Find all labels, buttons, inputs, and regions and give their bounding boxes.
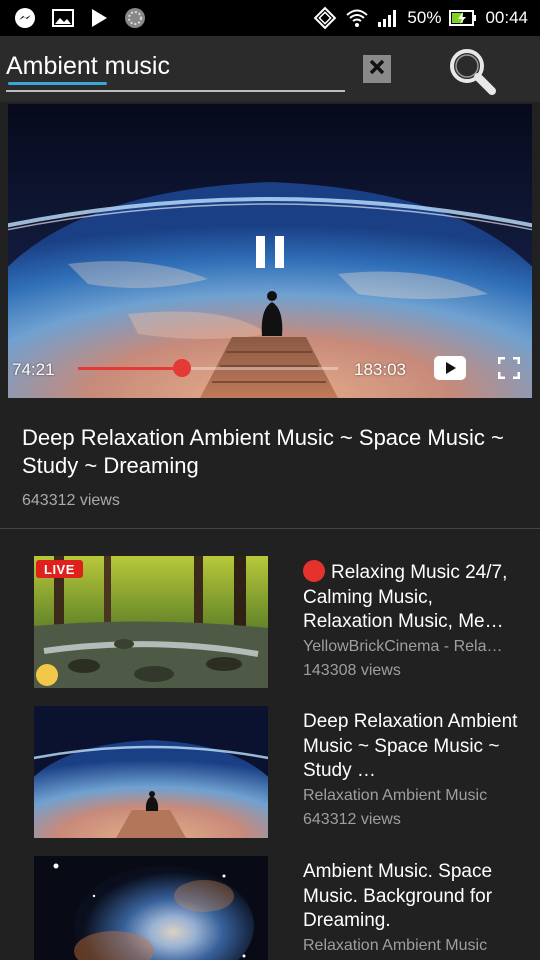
video-thumbnail[interactable] bbox=[34, 706, 268, 838]
pause-button[interactable] bbox=[256, 236, 284, 268]
channel-avatar bbox=[36, 664, 58, 686]
battery-percent: 50% bbox=[407, 8, 442, 27]
duration: 183:03 bbox=[354, 360, 406, 379]
clock: 00:44 bbox=[485, 8, 528, 27]
close-icon bbox=[369, 59, 385, 80]
related-video-item[interactable]: Ambient Music. Space Music. Background f… bbox=[0, 856, 540, 960]
seek-bar[interactable] bbox=[78, 367, 338, 370]
search-icon bbox=[446, 49, 498, 101]
seek-bar-progress bbox=[78, 367, 182, 370]
earth-pier-image bbox=[34, 706, 268, 838]
related-video-title: Deep Relaxation Ambient Music ~ Space Mu… bbox=[303, 711, 518, 781]
status-bar: 50% 00:44 bbox=[0, 0, 540, 36]
rotate-icon bbox=[313, 6, 337, 30]
related-video-item[interactable]: Deep Relaxation Ambient Music ~ Space Mu… bbox=[0, 706, 540, 846]
live-badge: LIVE bbox=[36, 560, 83, 578]
youtube-button[interactable] bbox=[434, 356, 466, 380]
live-dot-icon bbox=[303, 560, 325, 582]
search-input-underline bbox=[6, 90, 345, 92]
battery-charging-icon bbox=[449, 9, 477, 27]
messenger-icon bbox=[14, 7, 36, 29]
pause-icon bbox=[256, 236, 284, 272]
video-player[interactable]: 74:21 183:03 bbox=[8, 104, 532, 398]
wifi-icon bbox=[345, 8, 369, 28]
image-icon bbox=[52, 8, 74, 28]
current-time: 74:21 bbox=[12, 360, 55, 379]
related-video-title: Ambient Music. Space Music. Background f… bbox=[303, 861, 493, 931]
video-views: 643312 views bbox=[22, 492, 120, 509]
search-button[interactable] bbox=[446, 45, 498, 97]
search-input[interactable]: Ambient music bbox=[6, 52, 346, 92]
signal-icon bbox=[377, 9, 399, 27]
related-video-item[interactable]: LIVE Relaxing Music 24/7, Calming Music,… bbox=[0, 556, 540, 696]
clear-search-button[interactable] bbox=[363, 55, 391, 83]
related-video-views: 143308 views bbox=[303, 661, 401, 679]
youtube-icon bbox=[434, 362, 466, 384]
related-video-channel: YellowBrickCinema - Rela… bbox=[303, 637, 503, 655]
nebula-image bbox=[34, 856, 268, 960]
spellcheck-underline bbox=[8, 82, 107, 85]
video-title: Deep Relaxation Ambient Music ~ Space Mu… bbox=[22, 425, 504, 478]
video-thumbnail[interactable]: LIVE bbox=[34, 556, 268, 688]
dots-icon bbox=[124, 7, 146, 29]
related-video-views: 643312 views bbox=[303, 810, 401, 828]
fullscreen-icon bbox=[497, 356, 521, 383]
video-thumbnail[interactable] bbox=[34, 856, 268, 960]
fullscreen-button[interactable] bbox=[497, 356, 521, 380]
related-video-channel: Relaxation Ambient Music bbox=[303, 936, 488, 954]
related-video-title: Relaxing Music 24/7, Calming Music, Rela… bbox=[303, 562, 508, 632]
related-video-channel: Relaxation Ambient Music bbox=[303, 786, 488, 804]
play-store-icon bbox=[90, 8, 108, 28]
divider bbox=[0, 528, 540, 529]
seek-thumb[interactable] bbox=[173, 359, 191, 377]
